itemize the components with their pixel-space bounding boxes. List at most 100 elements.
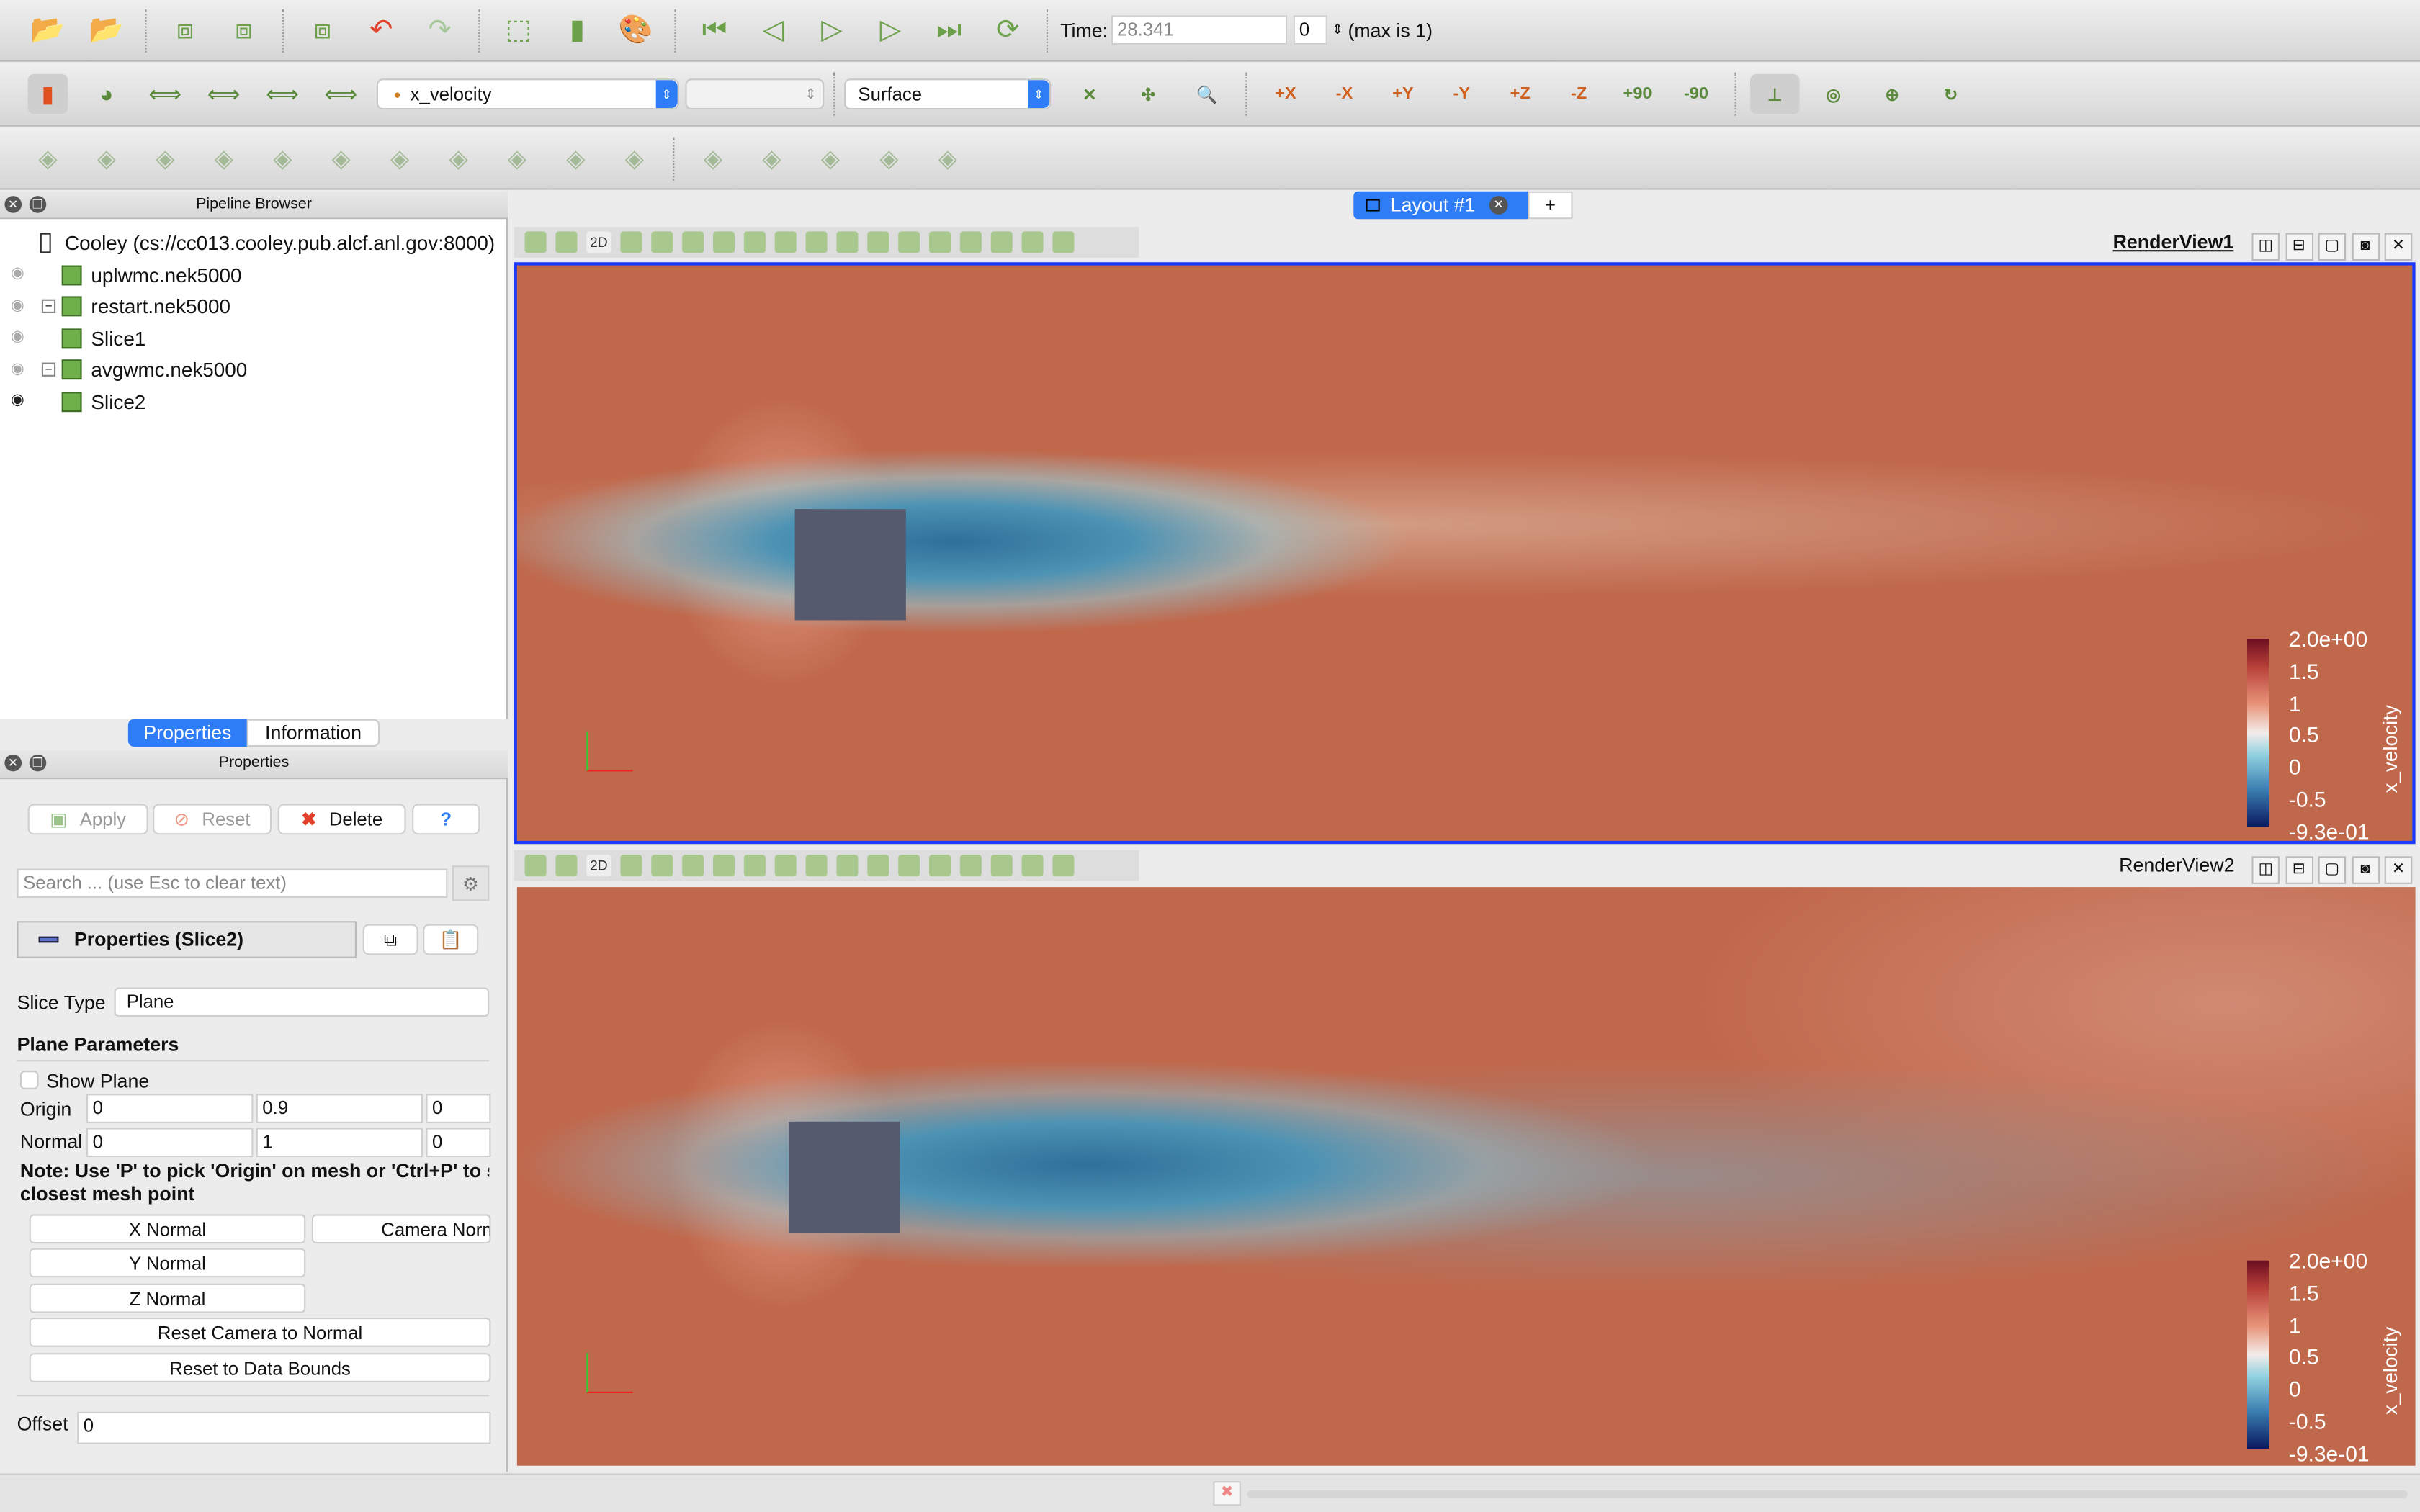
pipeline-item[interactable]: restart.nek5000 [61,291,230,322]
disconnect-icon[interactable]: ⧈ [302,10,343,50]
hover-cells-icon[interactable] [959,855,982,877]
rescale-temporal-icon[interactable]: ⟺ [262,74,302,114]
help-button[interactable]: ? [412,804,480,835]
split-vertical-icon[interactable]: ⊟ [2285,233,2313,261]
origin-x-input[interactable]: 0 [86,1094,254,1123]
float-icon[interactable]: ❐ [29,754,47,772]
reset-camera-icon[interactable]: ⬚ [498,10,539,50]
select-points-icon[interactable] [555,855,578,877]
pipeline-item[interactable]: uplwmc.nek5000 [61,259,241,290]
normal-z-input[interactable]: 0 [426,1128,491,1158]
color-map-icon[interactable]: ▮ [557,10,598,50]
pipeline-item[interactable]: Slice2 [61,386,145,417]
split-horizontal-icon[interactable]: ◫ [2251,233,2280,261]
contour-icon[interactable]: ◈ [86,138,127,179]
save-state-icon[interactable]: ⧈ [165,10,205,50]
pick-center-icon[interactable]: ↻ [1926,74,1976,114]
shrink-selection-icon[interactable] [1021,855,1044,877]
copy-button[interactable]: ⧉ [362,924,418,955]
close-view-icon[interactable]: ✕ [2384,856,2413,884]
grow-selection-icon[interactable] [990,231,1013,253]
reset-to-data-bounds-button[interactable]: Reset to Data Bounds [29,1353,491,1382]
normal-x-input[interactable]: 0 [86,1128,254,1158]
select-blocks-icon[interactable] [836,231,859,253]
open-icon[interactable]: 📂 [28,10,68,50]
plot-data-over-time-icon[interactable]: ◈ [869,138,909,179]
threshold-icon[interactable]: ◈ [262,138,302,179]
y-normal-button[interactable]: Y Normal [29,1248,306,1278]
maximize-icon[interactable]: ▢ [2318,856,2347,884]
color-array-select[interactable]: ● x_velocity ⇕ [376,78,679,110]
plot-selection-icon[interactable]: ◈ [810,138,851,179]
axes-grid-icon[interactable]: ◈ [928,138,968,179]
search-input[interactable]: Search ... (use Esc to clear text) [17,868,448,899]
offset-input[interactable]: 0 [77,1411,491,1444]
select-cells-through-icon[interactable] [712,231,735,253]
z-normal-button[interactable]: Z Normal [29,1283,306,1313]
reset-center-icon[interactable]: ⊕ [1868,74,1917,114]
previous-frame-icon[interactable]: ◁ [753,10,794,50]
select-points-on-icon[interactable] [682,231,704,253]
toggle-2d-button[interactable]: 2D [586,231,611,253]
select-cells-on-icon[interactable] [651,855,673,877]
x-normal-button[interactable]: X Normal [29,1214,306,1244]
interactive-select-points-icon[interactable] [898,231,920,253]
timestep-spinner[interactable]: ⇕ [1332,22,1343,39]
tab-properties[interactable]: Properties [127,719,247,747]
hover-points-icon[interactable] [929,855,951,877]
clear-selection-icon[interactable] [1052,231,1075,253]
visibility-eye-icon[interactable]: ◉ [11,392,24,409]
view-minus-x-icon[interactable]: -X [1319,74,1369,114]
close-icon[interactable]: ✕ [4,754,22,772]
representation-select[interactable]: Surface ⇕ [844,78,1052,110]
split-vertical-icon[interactable]: ⊟ [2285,856,2313,884]
find-data-icon[interactable]: ◈ [693,138,733,179]
close-view-icon[interactable]: ✕ [2384,233,2413,261]
select-polygon-points-icon[interactable] [805,855,828,877]
origin-z-input[interactable]: 0 [426,1094,491,1123]
load-state-icon[interactable]: 📂 [86,10,127,50]
show-center-icon[interactable]: ◎ [1809,74,1858,114]
interactive-select-cells-icon[interactable] [867,855,889,877]
rescale-custom-icon[interactable]: ⟺ [204,74,244,114]
capture-view-icon[interactable]: ◙ [2351,856,2380,884]
select-points-on-icon[interactable] [682,855,704,877]
select-polygon-cells-icon[interactable] [774,855,797,877]
visibility-eye-icon[interactable]: ◉ [11,297,24,315]
glyph-icon[interactable]: ◈ [380,138,420,179]
last-frame-icon[interactable]: ⏭ [929,10,969,50]
select-polygon-cells-icon[interactable] [774,231,797,253]
rotate-minus-90-icon[interactable]: -90 [1672,74,1721,114]
view-plus-y-icon[interactable]: +Y [1379,74,1428,114]
extract-level-icon[interactable]: ◈ [614,138,655,179]
render-view-1-title[interactable]: RenderView1 [2113,231,2234,253]
group-datasets-icon[interactable]: ◈ [555,138,596,179]
next-frame-icon[interactable]: ▷ [871,10,911,50]
view-plus-z-icon[interactable]: +Z [1495,74,1545,114]
undo-icon[interactable]: ↶ [361,10,401,50]
camera-normal-button[interactable]: Camera Normal [311,1214,491,1244]
capture-view-icon[interactable]: ◙ [2351,233,2380,261]
capture-icon[interactable] [620,855,642,877]
maximize-icon[interactable]: ▢ [2318,233,2347,261]
select-points-through-icon[interactable] [743,855,766,877]
normal-y-input[interactable]: 1 [256,1128,424,1158]
paste-button[interactable]: 📋 [423,924,479,955]
float-icon[interactable]: ❐ [29,196,47,213]
select-cells-icon[interactable] [524,855,547,877]
shrink-selection-icon[interactable] [1021,231,1044,253]
interactive-select-points-icon[interactable] [898,855,920,877]
select-points-through-icon[interactable] [743,231,766,253]
connect-icon[interactable]: ⧈ [224,10,264,50]
select-cells-icon[interactable] [524,231,547,253]
clear-selection-icon[interactable] [1052,855,1075,877]
toggle-2d-button[interactable]: 2D [586,855,611,877]
render-view-2-title[interactable]: RenderView2 [2119,855,2234,876]
view-minus-z-icon[interactable]: -Z [1554,74,1604,114]
grow-selection-icon[interactable] [990,855,1013,877]
select-points-icon[interactable] [555,231,578,253]
render-view-1[interactable]: 2.0e+00 1.5 1 0.5 0 -0.5 -9.3e-01 x_velocity [514,262,2416,845]
select-cells-on-icon[interactable] [651,231,673,253]
split-horizontal-icon[interactable]: ◫ [2251,856,2280,884]
expand-toggle-icon[interactable]: − [41,298,56,312]
